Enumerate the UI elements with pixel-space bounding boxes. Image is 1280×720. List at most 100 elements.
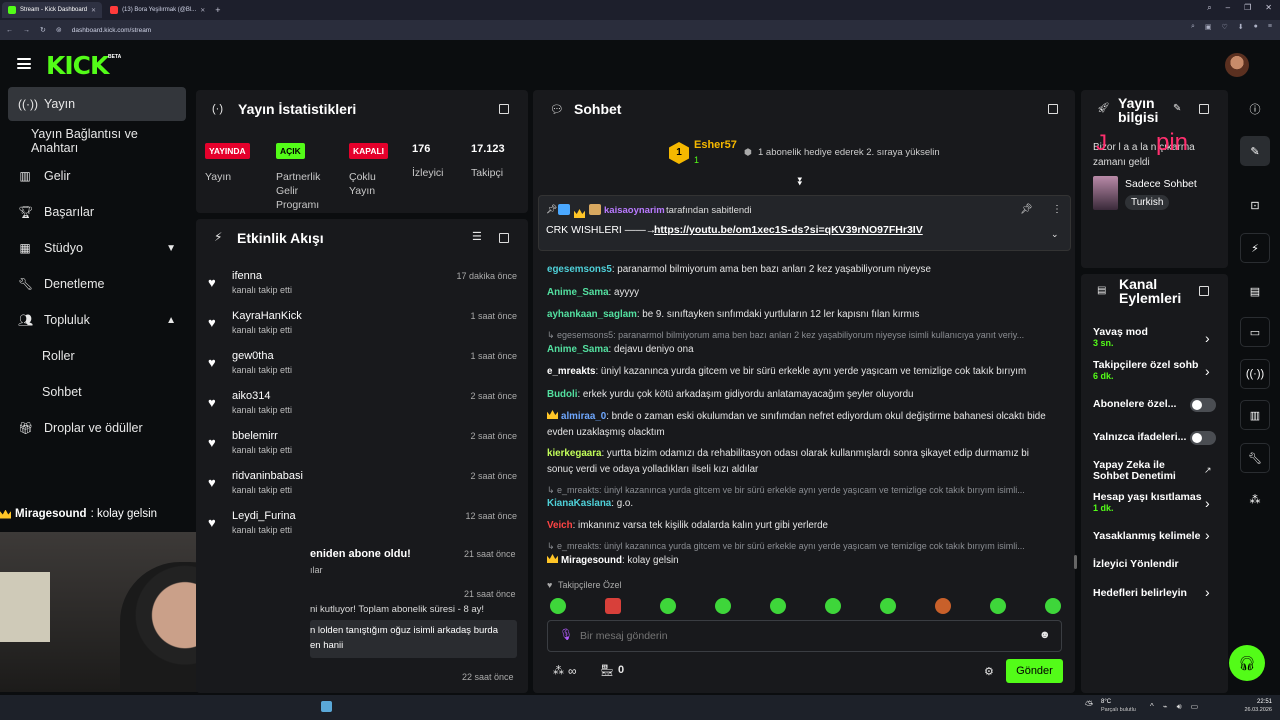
- chat-username[interactable]: egesemsons5: [547, 264, 612, 275]
- popout-icon[interactable]: [1199, 104, 1209, 114]
- activity-user[interactable]: bbelemirr: [232, 430, 278, 442]
- network-icon[interactable]: ⌁: [1163, 702, 1168, 712]
- sidebar-item-moderation[interactable]: 🔧︎ Denetleme: [8, 267, 186, 301]
- emote[interactable]: [605, 598, 621, 614]
- followers-only-setting[interactable]: Takipçilere özel sohb 6 dk.: [1093, 359, 1218, 381]
- chat-input[interactable]: [580, 626, 1020, 646]
- chevron-right-icon[interactable]: ›: [1205, 330, 1210, 346]
- url-field[interactable]: dashboard.kick.com/stream: [72, 27, 151, 34]
- chat-username[interactable]: kierkegaara: [547, 448, 601, 459]
- category-name[interactable]: Sadece Sohbet: [1125, 178, 1197, 190]
- chat-username[interactable]: Budoli: [547, 389, 577, 400]
- top-gifter-name[interactable]: Esher57: [694, 139, 737, 151]
- new-tab-button[interactable]: +: [215, 5, 220, 15]
- activity-user[interactable]: KayraHanKick: [232, 310, 302, 322]
- close-tab-icon[interactable]: ✕: [91, 7, 96, 14]
- store-icon[interactable]: 🏪︎: [600, 664, 614, 677]
- pinned-link[interactable]: https://youtu.be/om1xec1S-ds?si=qKV39rNO…: [654, 224, 923, 236]
- browser-tab-kick[interactable]: Stream - Kick Dashboard ✕: [2, 2, 103, 18]
- chevron-up-icon[interactable]: ^: [1150, 702, 1154, 712]
- reload-icon[interactable]: ↻: [40, 26, 46, 34]
- points-value[interactable]: ∞: [568, 664, 577, 678]
- hamburger-menu-icon[interactable]: [17, 58, 31, 69]
- layout-icon[interactable]: ▥: [1240, 400, 1270, 430]
- chevron-right-icon[interactable]: ›: [1205, 584, 1210, 600]
- external-link-icon[interactable]: ↗: [1204, 465, 1212, 476]
- taskbar-app-icon[interactable]: [321, 701, 332, 712]
- goals-setting[interactable]: Hedefleri belirleyin: [1093, 587, 1218, 599]
- more-options-icon[interactable]: ⋮: [1052, 204, 1062, 215]
- subscribers-only-toggle[interactable]: [1190, 398, 1216, 412]
- emote[interactable]: [880, 598, 896, 614]
- chat-username[interactable]: almiraa_0: [561, 411, 606, 422]
- emote[interactable]: [550, 598, 566, 614]
- lightning-icon[interactable]: ⚡︎: [1240, 233, 1270, 263]
- chat-username[interactable]: e_mreakts: [547, 366, 595, 377]
- wrench-icon[interactable]: 🔧︎: [1240, 443, 1270, 473]
- popout-icon[interactable]: [1199, 286, 1209, 296]
- chat-username[interactable]: Anime_Sama: [547, 344, 609, 355]
- raid-setting[interactable]: İzleyici Yönlendir: [1093, 558, 1218, 570]
- zoom-icon[interactable]: ⌕: [1191, 23, 1195, 31]
- emote[interactable]: [825, 598, 841, 614]
- sidebar-item-community[interactable]: 👥︎ Topluluk ▲: [8, 303, 186, 337]
- camera-focus-icon[interactable]: ⊡: [1240, 190, 1270, 220]
- sidebar-item-drops[interactable]: 🎁︎ Droplar ve ödüller: [8, 411, 186, 445]
- emoji-icon[interactable]: ☻: [1039, 629, 1051, 641]
- send-button[interactable]: Gönder: [1006, 659, 1063, 683]
- pinned-by-user[interactable]: kaisaoynarim: [604, 205, 665, 216]
- menu-icon[interactable]: ≡: [1268, 23, 1272, 31]
- ai-moderation-setting[interactable]: Yapay Zeka ile Sohbet Denetimi: [1093, 460, 1198, 482]
- extensions-icon[interactable]: ▣: [1205, 23, 1212, 31]
- sidebar-item-stream-key[interactable]: Yayın Bağlantısı ve Anahtarı: [8, 124, 186, 158]
- activity-user[interactable]: ifenna: [232, 270, 262, 282]
- chat-username[interactable]: Anime_Sama: [547, 287, 609, 298]
- emote[interactable]: [1045, 598, 1061, 614]
- popout-icon[interactable]: [499, 104, 509, 114]
- download-icon[interactable]: ⬇: [1238, 23, 1244, 31]
- chevron-right-icon[interactable]: ›: [1205, 495, 1210, 511]
- chat-username[interactable]: KianaKaslana: [547, 498, 611, 509]
- back-icon[interactable]: ←: [6, 27, 13, 34]
- activity-user[interactable]: Leydi_Furina: [232, 510, 296, 522]
- emote[interactable]: [715, 598, 731, 614]
- emote[interactable]: [990, 598, 1006, 614]
- emote[interactable]: [660, 598, 676, 614]
- chevron-right-icon[interactable]: ›: [1205, 527, 1210, 543]
- tag-badge[interactable]: Turkish: [1125, 195, 1170, 210]
- pencil-icon[interactable]: ✎: [1173, 103, 1181, 114]
- chat-username[interactable]: Miragesound: [561, 555, 622, 566]
- sidebar-item-revenue[interactable]: ▥ Gelir: [8, 159, 186, 193]
- account-age-setting[interactable]: Hesap yaşı kısıtlamas 1 dk.: [1093, 491, 1218, 513]
- sidebar-item-roles[interactable]: Roller: [8, 339, 186, 373]
- bookmark-icon[interactable]: ♡: [1222, 23, 1228, 31]
- broadcast-icon[interactable]: ((·)): [1240, 359, 1270, 389]
- close-tab-icon[interactable]: ✕: [200, 7, 205, 14]
- activity-user[interactable]: gew0tha: [232, 350, 274, 362]
- filter-icon[interactable]: ☰: [472, 230, 482, 243]
- microphone-icon[interactable]: 🎙︎: [559, 628, 573, 641]
- emotes-only-toggle[interactable]: [1190, 431, 1216, 445]
- search-tabs-icon[interactable]: ⌕: [1207, 3, 1211, 13]
- chat-bubble-icon[interactable]: ▭: [1240, 317, 1270, 347]
- sidebar-item-studio[interactable]: ▦ Stüdyo ▼: [8, 231, 186, 265]
- browser-tab-youtube[interactable]: (13) Bora Yeşilırmak (@Bl... ✕: [104, 2, 211, 18]
- activity-user[interactable]: ridvaninbabasi: [232, 470, 303, 482]
- gear-icon[interactable]: ⚙︎: [984, 665, 994, 678]
- info-icon[interactable]: ⓘ: [1240, 94, 1270, 124]
- chat-scrollbar[interactable]: [1074, 555, 1077, 569]
- chevron-down-icon[interactable]: ⌄: [1051, 229, 1059, 240]
- sidebar-item-stream[interactable]: ((·)) Yayın: [8, 87, 186, 121]
- chat-username[interactable]: Veich: [547, 520, 573, 531]
- battery-icon[interactable]: ▭: [1191, 702, 1199, 712]
- banned-words-setting[interactable]: Yasaklanmış kelimele: [1093, 530, 1218, 542]
- profile-icon[interactable]: ●: [1254, 23, 1258, 31]
- close-window-icon[interactable]: ✕: [1265, 3, 1272, 13]
- sidebar-item-achievements[interactable]: 🏆︎ Başarılar: [8, 195, 186, 229]
- slow-mode-setting[interactable]: Yavaş mod 3 sn.: [1093, 326, 1218, 348]
- emote[interactable]: [770, 598, 786, 614]
- minimize-icon[interactable]: –: [1226, 3, 1230, 13]
- forward-icon[interactable]: →: [23, 27, 30, 34]
- category-thumbnail[interactable]: [1093, 176, 1118, 210]
- chevron-right-icon[interactable]: ›: [1205, 363, 1210, 379]
